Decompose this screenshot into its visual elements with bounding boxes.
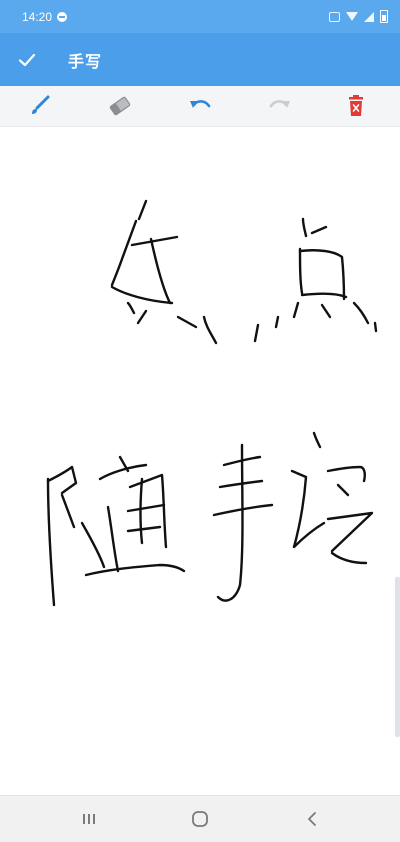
drawing-toolbar [0, 86, 400, 127]
status-time: 14:20 [22, 9, 53, 24]
undo-icon [190, 100, 211, 108]
delete-icon [349, 95, 363, 116]
recent-apps-icon [83, 814, 95, 824]
battery-icon [380, 10, 388, 23]
eraser-icon [109, 96, 131, 116]
mute-icon [329, 11, 340, 22]
clear-button[interactable] [342, 92, 370, 120]
brush-button[interactable] [26, 92, 54, 120]
navigation-bar [0, 795, 400, 842]
undo-button[interactable] [186, 92, 214, 120]
status-icons [329, 10, 388, 23]
scroll-indicator[interactable] [395, 577, 400, 737]
check-icon [18, 53, 36, 66]
back-icon [308, 812, 316, 826]
signal-icon [364, 11, 374, 22]
handwriting-strokes [46, 199, 378, 607]
redo-icon [269, 100, 290, 108]
recent-apps-button[interactable] [74, 804, 104, 834]
handwriting-line-1 [110, 199, 378, 345]
handwriting-screen: 14:20 手写 [0, 0, 400, 842]
page-title: 手写 [68, 51, 103, 71]
home-button[interactable] [185, 804, 215, 834]
handwriting-line-2 [46, 431, 374, 607]
wifi-icon [346, 12, 358, 21]
confirm-button[interactable] [0, 33, 54, 86]
home-icon [192, 811, 208, 827]
brush-icon [32, 95, 50, 114]
app-bar: 手写 [0, 33, 400, 86]
eraser-button[interactable] [106, 92, 134, 120]
redo-button[interactable] [266, 92, 294, 120]
notification-icon [57, 11, 68, 22]
drawing-canvas[interactable] [0, 127, 400, 795]
status-bar: 14:20 [0, 0, 400, 33]
back-button[interactable] [297, 804, 327, 834]
